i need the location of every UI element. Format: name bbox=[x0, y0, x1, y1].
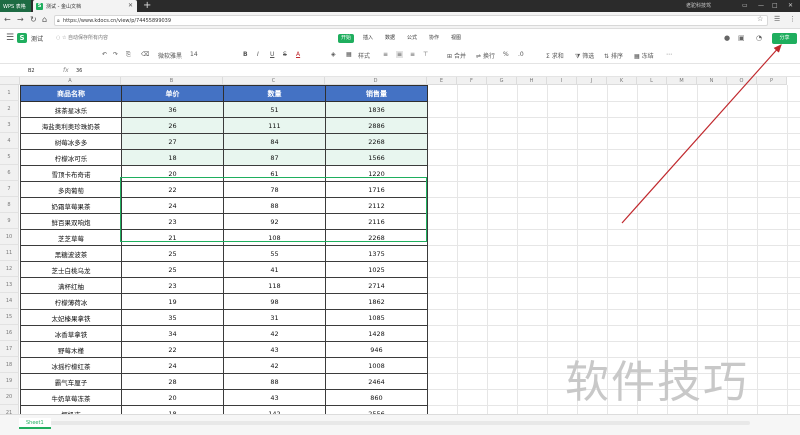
annotation-arrow bbox=[621, 44, 782, 224]
